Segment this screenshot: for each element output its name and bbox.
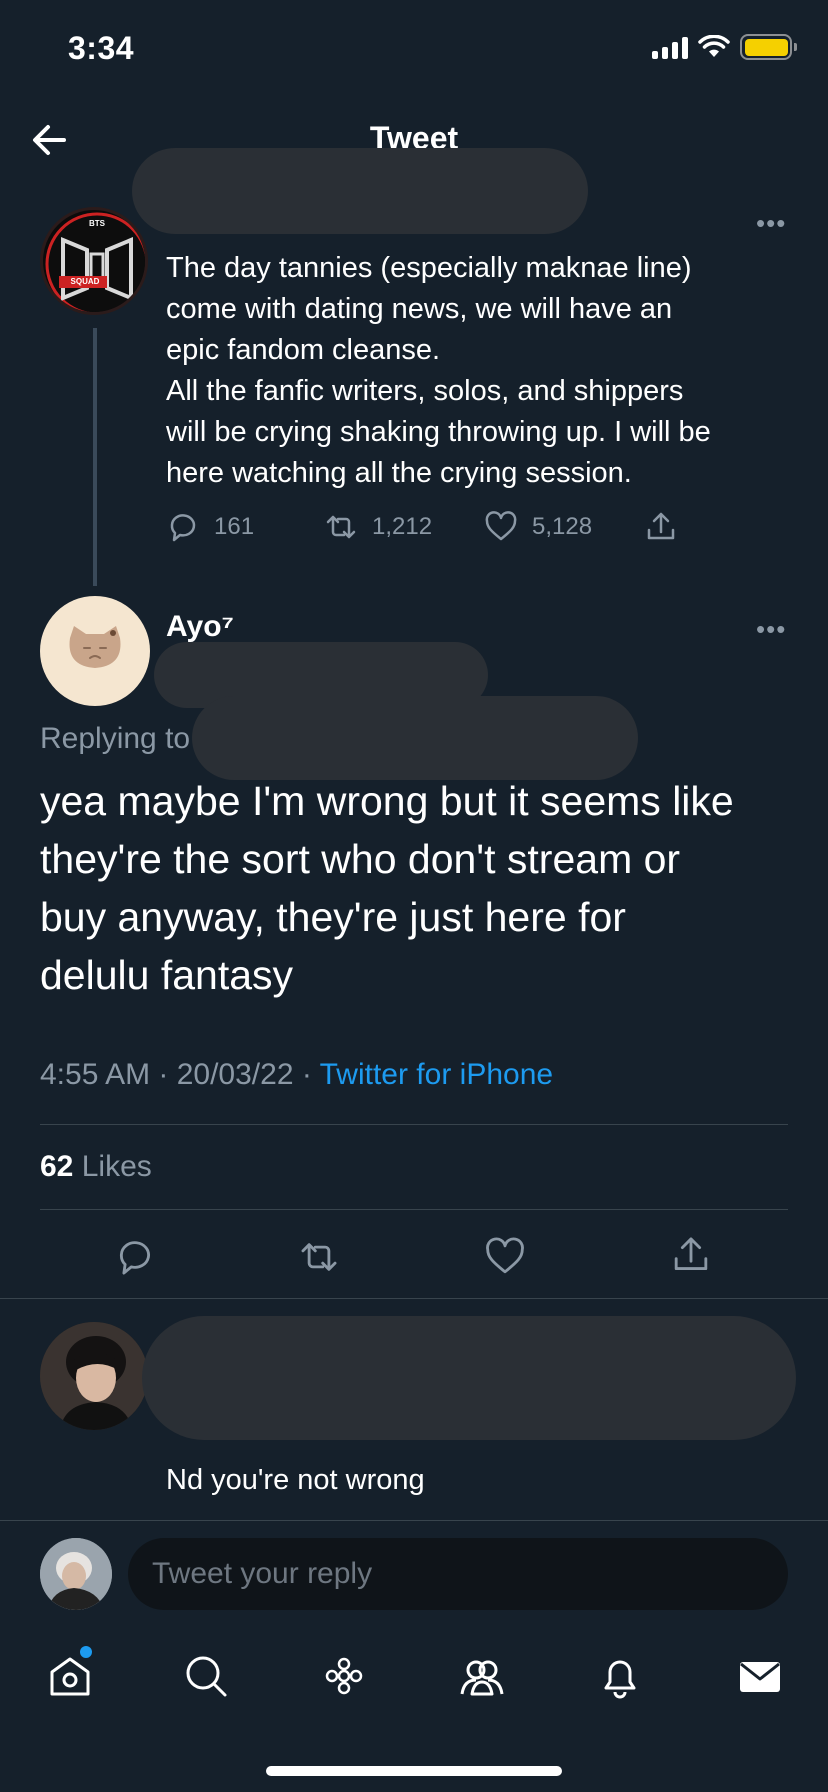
main-reply-button[interactable] [114,1236,156,1278]
tab-communities[interactable] [458,1652,506,1700]
communities-icon [460,1660,504,1696]
reply-tweet-avatar[interactable] [40,1322,148,1430]
parent-retweet-count: 1,212 [372,513,433,540]
main-share-button[interactable] [670,1234,712,1276]
battery-icon [740,34,797,60]
tweet-reply-input[interactable]: Tweet your reply [128,1538,788,1610]
composer-user-avatar[interactable] [40,1538,112,1610]
person-avatar-icon [40,1322,148,1430]
main-tweet-author-name[interactable]: Ayo⁷ [166,610,234,644]
parent-tweet-line: epic fandom cleanse. [166,334,441,366]
cellular-signal-icon [652,35,688,59]
status-bar: 3:34 [0,0,828,100]
likes-stat[interactable]: 62 Likes [40,1150,152,1184]
main-retweet-button[interactable] [298,1236,340,1278]
tab-spaces[interactable] [320,1652,368,1700]
user-avatar-icon [40,1538,112,1610]
parent-tweet-text: The day tannies (especially maknae line)… [166,248,806,494]
status-icons [652,34,797,60]
parent-tweet-line: here watching all the crying session. [166,457,632,489]
replying-to-label: Replying to [40,722,191,755]
status-time: 3:34 [68,30,135,66]
parent-reply-count: 161 [214,513,255,540]
parent-tweet-avatar[interactable]: BTS SQUAD [40,207,148,315]
avatar-logo-top-text: BTS [89,219,105,228]
home-indicator [266,1766,562,1776]
cat-avatar-icon [69,626,121,668]
parent-like-button[interactable]: 5,128 [484,510,592,544]
main-tweet-line: yea maybe I'm wrong but it seems like [40,778,734,824]
wifi-icon [698,35,730,57]
tweet-metadata: 4:55 AM · 20/03/22 · Twitter for iPhone [40,1058,553,1092]
main-tweet-line: delulu fantasy [40,952,294,998]
redacted-author-name [132,148,588,234]
tab-notifications[interactable] [596,1652,644,1700]
parent-tweet-line: will be crying shaking throwing up. I wi… [166,416,711,448]
share-icon [674,1237,708,1271]
likes-count: 62 [40,1150,74,1183]
home-notification-dot [80,1646,92,1658]
notifications-icon [604,1660,636,1699]
main-tweet-text: yea maybe I'm wrong but it seems like th… [40,772,800,1004]
divider [40,1209,788,1210]
like-icon [485,511,517,541]
tweet-source-link[interactable]: Twitter for iPhone [320,1058,553,1091]
parent-tweet-more-button[interactable]: ••• [756,208,786,239]
redacted-reply-author [142,1316,796,1440]
spaces-icon [325,1657,363,1695]
reply-icon [170,514,196,542]
parent-tweet-line: come with dating news, we will have an [166,293,673,325]
main-like-button[interactable] [484,1236,526,1278]
main-tweet-line: they're the sort who don't stream or [40,836,681,882]
tweet-timestamp: 4:55 AM · 20/03/22 · [40,1058,320,1091]
home-icon [50,1657,90,1696]
reply-icon [119,1241,150,1275]
retweet-icon [301,1243,337,1271]
search-icon [186,1656,227,1697]
redacted-replying-to-handle [192,696,638,780]
reply-tweet-text: Nd you're not wrong [166,1464,425,1496]
likes-label: Likes [81,1150,152,1183]
parent-tweet-line: All the fanfic writers, solos, and shipp… [166,375,684,407]
main-tweet-more-button[interactable]: ••• [756,614,786,645]
parent-share-button[interactable] [644,510,678,544]
main-tweet-avatar[interactable] [40,596,150,706]
share-icon [647,512,675,540]
messages-icon [740,1662,780,1692]
main-tweet-line: buy anyway, they're just here for [40,894,626,940]
parent-like-count: 5,128 [532,513,593,540]
divider [40,1124,788,1125]
tab-search[interactable] [182,1652,230,1700]
parent-retweet-button[interactable]: 1,212 [324,510,432,544]
parent-tweet-line: The day tannies (especially maknae line) [166,252,692,284]
like-icon [486,1237,524,1274]
avatar-logo-band-text: SQUAD [70,277,100,286]
retweet-icon [326,515,356,539]
tab-messages[interactable] [736,1652,784,1700]
thread-connector-line [93,328,97,586]
parent-reply-button[interactable]: 161 [166,510,254,544]
tab-home[interactable] [46,1646,94,1700]
divider [0,1298,828,1299]
